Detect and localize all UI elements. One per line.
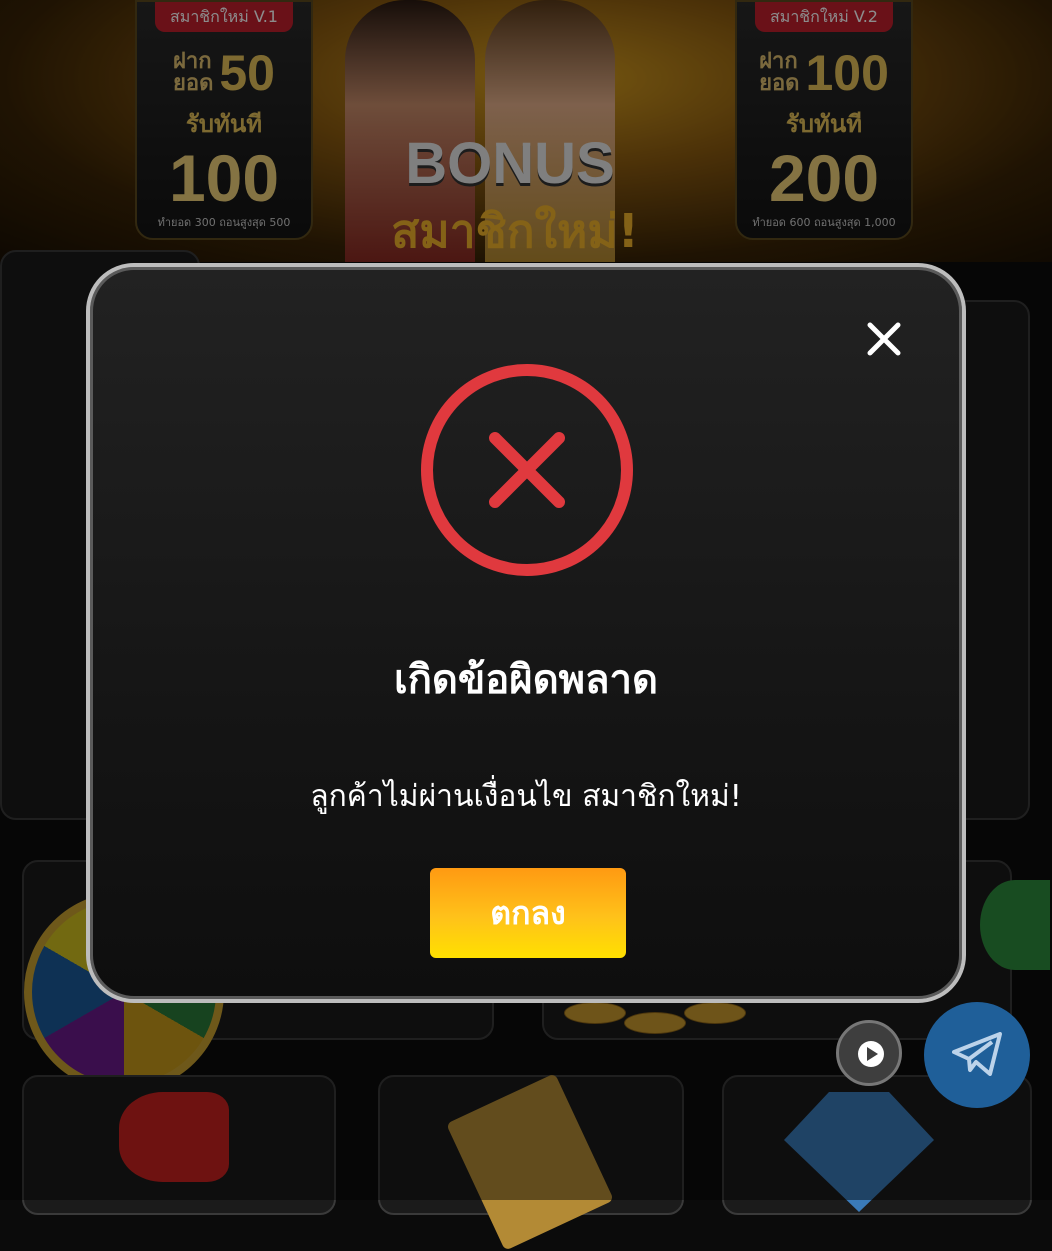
dialog-title: เกิดข้อผิดพลาด (394, 657, 658, 703)
telegram-button[interactable] (924, 1002, 1030, 1108)
error-x-circle-icon (421, 364, 633, 576)
close-button[interactable] (862, 317, 906, 361)
dialog-message: ลูกค้าไม่ผ่านเงื่อนไข สมาชิกใหม่! (310, 779, 742, 814)
play-icon (858, 1041, 884, 1067)
play-button[interactable] (836, 1020, 902, 1086)
close-icon (867, 322, 901, 356)
confirm-button[interactable]: ตกลง (430, 868, 626, 958)
telegram-icon (952, 1032, 1002, 1076)
error-dialog: เกิดข้อผิดพลาด ลูกค้าไม่ผ่านเงื่อนไข สมา… (86, 263, 966, 1003)
